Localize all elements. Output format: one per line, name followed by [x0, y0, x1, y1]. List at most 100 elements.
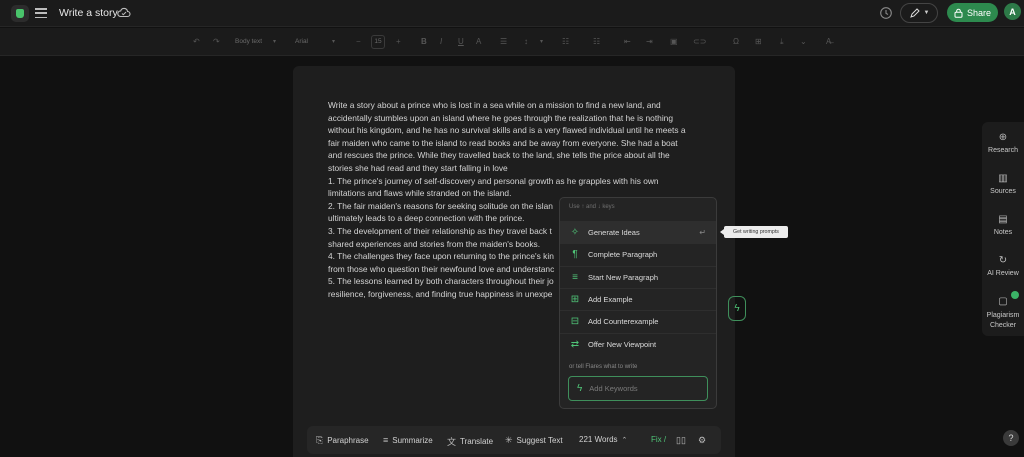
paragraph-line: Write a story about a prince who is lost…: [328, 100, 661, 110]
sidebar-item-plagiarism-checker[interactable]: ▢ Plagiarism Checker: [982, 296, 1024, 331]
flares-menu-item[interactable]: ✧ Generate Ideas ↵: [560, 221, 716, 243]
decrease-size-icon[interactable]: −: [356, 36, 361, 48]
flares-menu-item-label: Complete Paragraph: [588, 250, 658, 260]
chevron-down-icon: ▾: [540, 39, 544, 45]
keywords-input[interactable]: [589, 384, 700, 393]
right-side-panel: ⊕ Research ▥ Sources ▤ Notes ↻ AI Review…: [982, 122, 1024, 336]
flares-menu-item[interactable]: ≡ Start New Paragraph: [560, 265, 716, 288]
bulleted-list-icon[interactable]: ☷: [562, 36, 569, 48]
line-height-icon[interactable]: ↕: [524, 36, 528, 48]
notes-icon: ▤: [998, 214, 1008, 225]
font-size-field[interactable]: 15: [371, 35, 385, 49]
paraphrase-icon: ⎘: [316, 435, 324, 445]
review-icon: ↻: [998, 255, 1008, 266]
sidebar-item-research[interactable]: ⊕ Research: [982, 132, 1024, 154]
swap-icon: ⇄: [570, 338, 580, 350]
help-button[interactable]: ?: [1003, 430, 1019, 446]
strike-format-icon[interactable]: A̶: [826, 36, 831, 48]
share-label: Share: [966, 7, 992, 18]
grid-icon: ⊞: [570, 293, 580, 305]
flares-menu-item-label: Add Counterexample: [588, 317, 659, 327]
share-button[interactable]: Share: [947, 3, 998, 22]
flares-menu-item-label: Start New Paragraph: [588, 272, 659, 282]
paragraph-line: and rescues the prince. While they trave…: [328, 150, 670, 161]
chevron-up-icon: ⌃: [621, 436, 628, 444]
text-color-icon[interactable]: A: [476, 36, 481, 48]
numbered-list-icon[interactable]: ☷: [593, 36, 600, 48]
keywords-field[interactable]: ϟ: [568, 376, 708, 401]
flares-menu-item[interactable]: ¶ Complete Paragraph: [560, 243, 716, 265]
list-line: 1. The prince's journey of self-discover…: [328, 175, 659, 186]
link-icon[interactable]: ⊂⊃: [693, 36, 706, 48]
undo-icon[interactable]: ↶: [193, 36, 200, 48]
keys-hint: Use ↑ and ↓ keys: [569, 204, 615, 210]
translate-icon: 文: [447, 437, 457, 447]
fix-button[interactable]: Fix /: [651, 435, 666, 444]
book-icon[interactable]: ▯▯: [676, 435, 686, 446]
sparkle-icon: ✳: [505, 435, 513, 445]
hamburger-menu-icon[interactable]: [33, 6, 49, 20]
sidebar-item-label: Sources: [990, 188, 1016, 195]
paragraph-line: stories she had read and they start fall…: [328, 162, 508, 173]
italic-icon[interactable]: I: [440, 36, 442, 48]
bold-icon[interactable]: B: [421, 36, 427, 48]
globe-icon: ⊕: [998, 132, 1008, 143]
plagiarism-icon: ▢: [998, 296, 1008, 307]
lightbulb-icon: ✧: [570, 227, 580, 238]
flares-toggle-button[interactable]: ϟ: [728, 296, 746, 321]
image-icon[interactable]: ▣: [670, 36, 678, 48]
paragraph-line: accidentally stumbles upon an island whe…: [328, 112, 673, 123]
document-title[interactable]: Write a story: [59, 7, 118, 19]
cloud-saved-icon: [117, 7, 131, 18]
expand-icon[interactable]: ⌄: [800, 36, 807, 48]
increase-size-icon[interactable]: +: [396, 36, 401, 48]
avatar[interactable]: A: [1004, 3, 1021, 20]
font-select[interactable]: Arial: [295, 35, 308, 48]
paraphrase-button[interactable]: ⎘ Paraphrase: [316, 435, 369, 446]
settings-gear-icon[interactable]: ⚙: [698, 435, 706, 446]
edit-mode-button[interactable]: ▼: [900, 3, 938, 23]
flares-menu-item-label: Add Example: [588, 294, 633, 304]
flares-menu-item-label: Offer New Viewpoint: [588, 339, 657, 349]
document-paragraph: Write a story about a prince who is lost…: [328, 99, 700, 175]
format-toolbar: ↶ ↷ Body text ▾ Arial ▾ − 15 + B I U A ☰…: [0, 28, 1024, 56]
clear-format-icon[interactable]: ⤓: [780, 36, 784, 48]
fix-label: Fix /: [651, 435, 667, 444]
flares-menu-item[interactable]: ⊞ Add Example: [560, 287, 716, 310]
flares-menu-item[interactable]: ⇄ Offer New Viewpoint: [560, 332, 716, 355]
sidebar-item-label: Research: [988, 147, 1018, 154]
underline-icon[interactable]: U: [458, 36, 464, 48]
grid-minus-icon: ⊟: [570, 316, 580, 328]
paragraph-icon: ¶: [572, 249, 578, 261]
word-count-button[interactable]: 221 Words ⌃: [579, 435, 627, 444]
suggest-text-button[interactable]: ✳ Suggest Text: [505, 435, 563, 446]
redo-icon[interactable]: ↷: [213, 36, 220, 48]
special-char-icon[interactable]: Ω: [733, 36, 739, 48]
style-select[interactable]: Body text: [235, 35, 262, 48]
pen-icon: [909, 7, 920, 18]
translate-button[interactable]: 文 Translate: [447, 435, 493, 448]
sidebar-item-ai-review[interactable]: ↻ AI Review: [982, 255, 1024, 277]
indent-increase-icon[interactable]: ⇥: [646, 36, 653, 48]
history-icon[interactable]: [879, 6, 893, 20]
summarize-icon: ≡: [383, 435, 389, 445]
app-logo-icon[interactable]: [11, 5, 29, 22]
enter-key-icon: ↵: [699, 228, 706, 237]
sidebar-item-notes[interactable]: ▤ Notes: [982, 214, 1024, 236]
lock-icon: [954, 8, 963, 18]
sidebar-item-label: Checker: [989, 322, 1017, 329]
translate-label: Translate: [460, 437, 494, 446]
paragraph-line: without his kingdom, and he has no survi…: [328, 125, 686, 136]
chevron-down-icon: ▼: [923, 10, 930, 16]
flares-menu-item-label: Generate Ideas: [588, 228, 640, 237]
flares-menu-item[interactable]: ⊟ Add Counterexample: [560, 310, 716, 332]
sidebar-item-label: Notes: [993, 229, 1013, 236]
sidebar-item-label: AI Review: [987, 270, 1019, 277]
table-icon[interactable]: ⊞: [755, 36, 762, 48]
align-icon[interactable]: ☰: [500, 36, 507, 48]
suggest-text-label: Suggest Text: [516, 436, 563, 445]
sidebar-item-label: Plagiarism: [986, 312, 1020, 319]
sidebar-item-sources[interactable]: ▥ Sources: [982, 173, 1024, 195]
indent-decrease-icon[interactable]: ⇤: [624, 36, 631, 48]
summarize-button[interactable]: ≡ Summarize: [383, 435, 433, 445]
